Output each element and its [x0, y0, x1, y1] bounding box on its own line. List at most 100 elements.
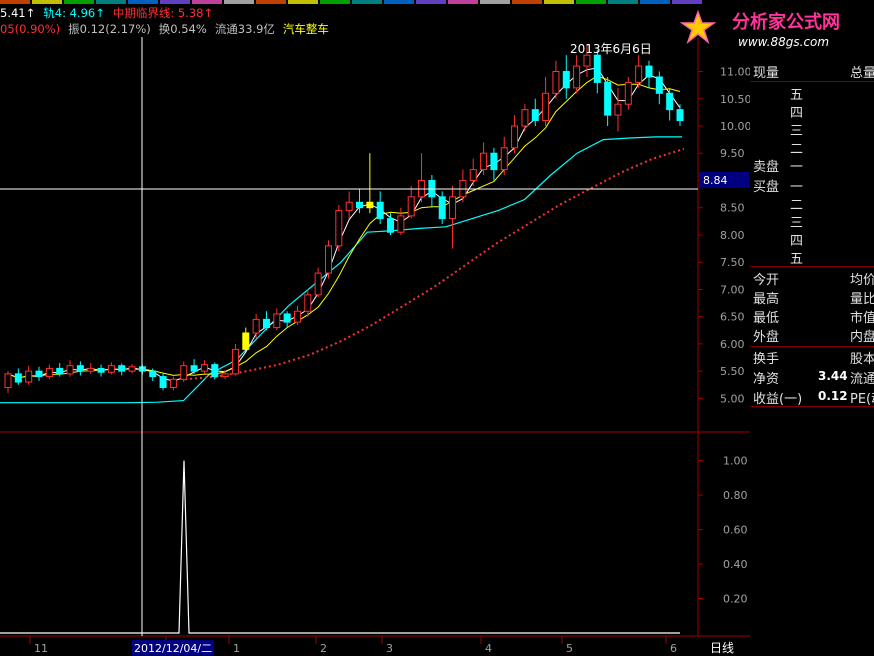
y-tick-label: 6.50 — [720, 311, 745, 324]
pe-label: PE(动 — [850, 392, 874, 407]
candle-body — [624, 81, 632, 105]
ask-level-3: 二 — [790, 142, 804, 157]
x-tick-label: 11 — [34, 642, 48, 655]
candle-body — [345, 201, 353, 211]
candle-body — [107, 365, 115, 373]
sub-y-tick-label: 0.60 — [723, 524, 748, 537]
nav-value: 3.44 — [818, 369, 848, 383]
candle-body — [76, 365, 84, 372]
chart-area[interactable]: 11.0010.5010.009.509.008.508.007.507.006… — [0, 0, 750, 656]
eps-label: 收益(一) — [753, 392, 803, 407]
candle-body — [35, 370, 43, 378]
candle-body — [614, 103, 622, 116]
header-current-volume: 现量 — [753, 66, 780, 81]
stat-right-3: 内盘 — [850, 330, 874, 345]
y-tick-label: 7.00 — [720, 283, 745, 296]
sell-label: 卖盘 — [753, 160, 780, 175]
x-tick-label: 2 — [320, 642, 327, 655]
x-tick-label: 3 — [386, 642, 393, 655]
bid-level-2: 三 — [790, 216, 804, 231]
candle-body — [655, 76, 663, 94]
ask-level-2: 三 — [790, 124, 804, 139]
x-tick-label: 4 — [485, 642, 492, 655]
y-tick-label: 5.00 — [720, 392, 745, 405]
x-tick-label: 1 — [233, 642, 240, 655]
bid-level-0: 一 — [790, 180, 804, 195]
main-y-axis: 11.0010.5010.009.509.008.508.007.507.006… — [698, 66, 750, 405]
candle-body — [469, 169, 477, 181]
candle-body — [397, 215, 405, 233]
candle-body — [635, 65, 643, 83]
candle-body — [552, 71, 560, 94]
candle-body — [149, 370, 157, 378]
buy-label: 买盘 — [753, 180, 780, 195]
quote-side-panel: 现量 总量 五四三二一 卖盘 买盘 一二三四五 今开 最高 最低 外盘 均价 量比 市值 内盘… — [750, 56, 874, 656]
stat-left-1: 最高 — [753, 292, 780, 307]
ask-level-0: 五 — [790, 88, 804, 103]
candle-body — [180, 365, 188, 380]
x-axis: 11 2012/12/04/二 1 2 3 4 5 6 日线 — [29, 636, 734, 655]
candle-body — [521, 109, 529, 127]
ma-line-long — [7, 75, 681, 379]
x-crosshair-date: 2012/12/04/二 — [134, 642, 212, 655]
candle-body — [500, 147, 508, 171]
nav-label: 净资 — [753, 372, 780, 387]
y-tick-label: 11.00 — [720, 66, 750, 79]
y-tick-label: 8.00 — [720, 229, 745, 242]
date-annotation: 2013年6月6日 — [570, 42, 652, 56]
candle-body — [118, 365, 126, 372]
candle-body — [531, 109, 539, 122]
candle-body — [45, 367, 53, 378]
sub-y-tick-label: 0.40 — [723, 558, 748, 571]
stat-left-2: 最低 — [753, 311, 780, 326]
candle-body — [87, 367, 95, 372]
candle-body — [262, 318, 270, 329]
candle-body — [583, 54, 591, 67]
bid-level-1: 二 — [790, 198, 804, 213]
candle-body — [335, 209, 343, 247]
candle-body — [676, 109, 684, 122]
bid-level-3: 四 — [790, 234, 804, 249]
period-label[interactable]: 日线 — [710, 641, 734, 655]
candle-body — [66, 365, 74, 375]
candle-body — [593, 54, 601, 83]
logo-url: www.88gs.com — [738, 35, 829, 49]
sub-y-tick-label: 0.20 — [723, 593, 748, 606]
y-tick-label: 8.50 — [720, 202, 745, 215]
candle-body — [407, 196, 415, 217]
candle-body — [438, 196, 446, 220]
candle-body — [490, 152, 498, 171]
candle-body — [511, 125, 519, 149]
candle-body — [169, 378, 177, 388]
candle-body — [159, 376, 167, 388]
y-tick-label: 7.50 — [720, 256, 745, 269]
stat-left-3: 外盘 — [753, 330, 780, 345]
candle-body — [200, 364, 208, 372]
candle-body — [128, 366, 136, 372]
candle-body — [480, 152, 488, 171]
candle-body — [211, 364, 219, 378]
stat-right-1: 量比 — [850, 292, 874, 307]
candle-body — [542, 92, 550, 122]
indicator-plot — [0, 460, 680, 634]
candle-body — [25, 370, 33, 383]
candle-body — [324, 245, 332, 274]
candle-body — [666, 92, 674, 111]
candles — [4, 44, 684, 393]
candle-body — [252, 318, 260, 334]
candle-body — [4, 373, 12, 388]
candle-body — [366, 201, 374, 209]
candle-body — [314, 272, 322, 296]
y-tick-label: 6.00 — [720, 338, 745, 351]
stat-right-2: 市值 — [850, 311, 874, 326]
y-tick-label: 9.50 — [720, 147, 745, 160]
ma-line-short — [7, 67, 681, 382]
candle-body — [304, 294, 312, 312]
sub-y-tick-label: 0.80 — [723, 489, 748, 502]
stat-left-0: 今开 — [753, 273, 780, 288]
candle-body — [573, 65, 581, 89]
crosshair-price: 8.84 — [703, 174, 728, 187]
candle-body — [283, 313, 291, 323]
sub-y-axis: 1.00 0.80 0.60 0.40 0.20 — [698, 455, 748, 606]
turnover-label: 换手 — [753, 352, 780, 367]
